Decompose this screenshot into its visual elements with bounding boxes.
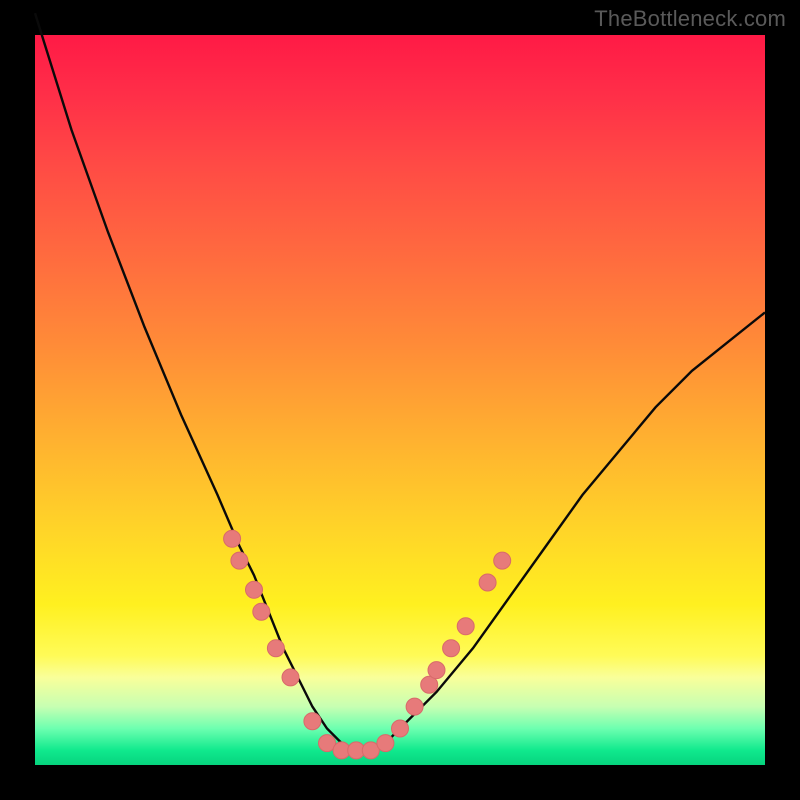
curve-marker [224, 530, 241, 547]
chart-svg [35, 35, 765, 765]
curve-markers [224, 530, 511, 759]
curve-marker [392, 720, 409, 737]
curve-marker [304, 713, 321, 730]
bottleneck-curve [35, 13, 765, 750]
chart-frame: TheBottleneck.com [0, 0, 800, 800]
curve-marker [253, 603, 270, 620]
curve-marker [443, 640, 460, 657]
curve-marker [406, 698, 423, 715]
curve-marker [377, 735, 394, 752]
curve-marker [282, 669, 299, 686]
curve-marker [267, 640, 284, 657]
curve-marker [494, 552, 511, 569]
watermark-text: TheBottleneck.com [594, 6, 786, 32]
plot-area [35, 35, 765, 765]
curve-marker [246, 581, 263, 598]
curve-marker [457, 618, 474, 635]
curve-marker [479, 574, 496, 591]
curve-marker [428, 662, 445, 679]
curve-marker [231, 552, 248, 569]
